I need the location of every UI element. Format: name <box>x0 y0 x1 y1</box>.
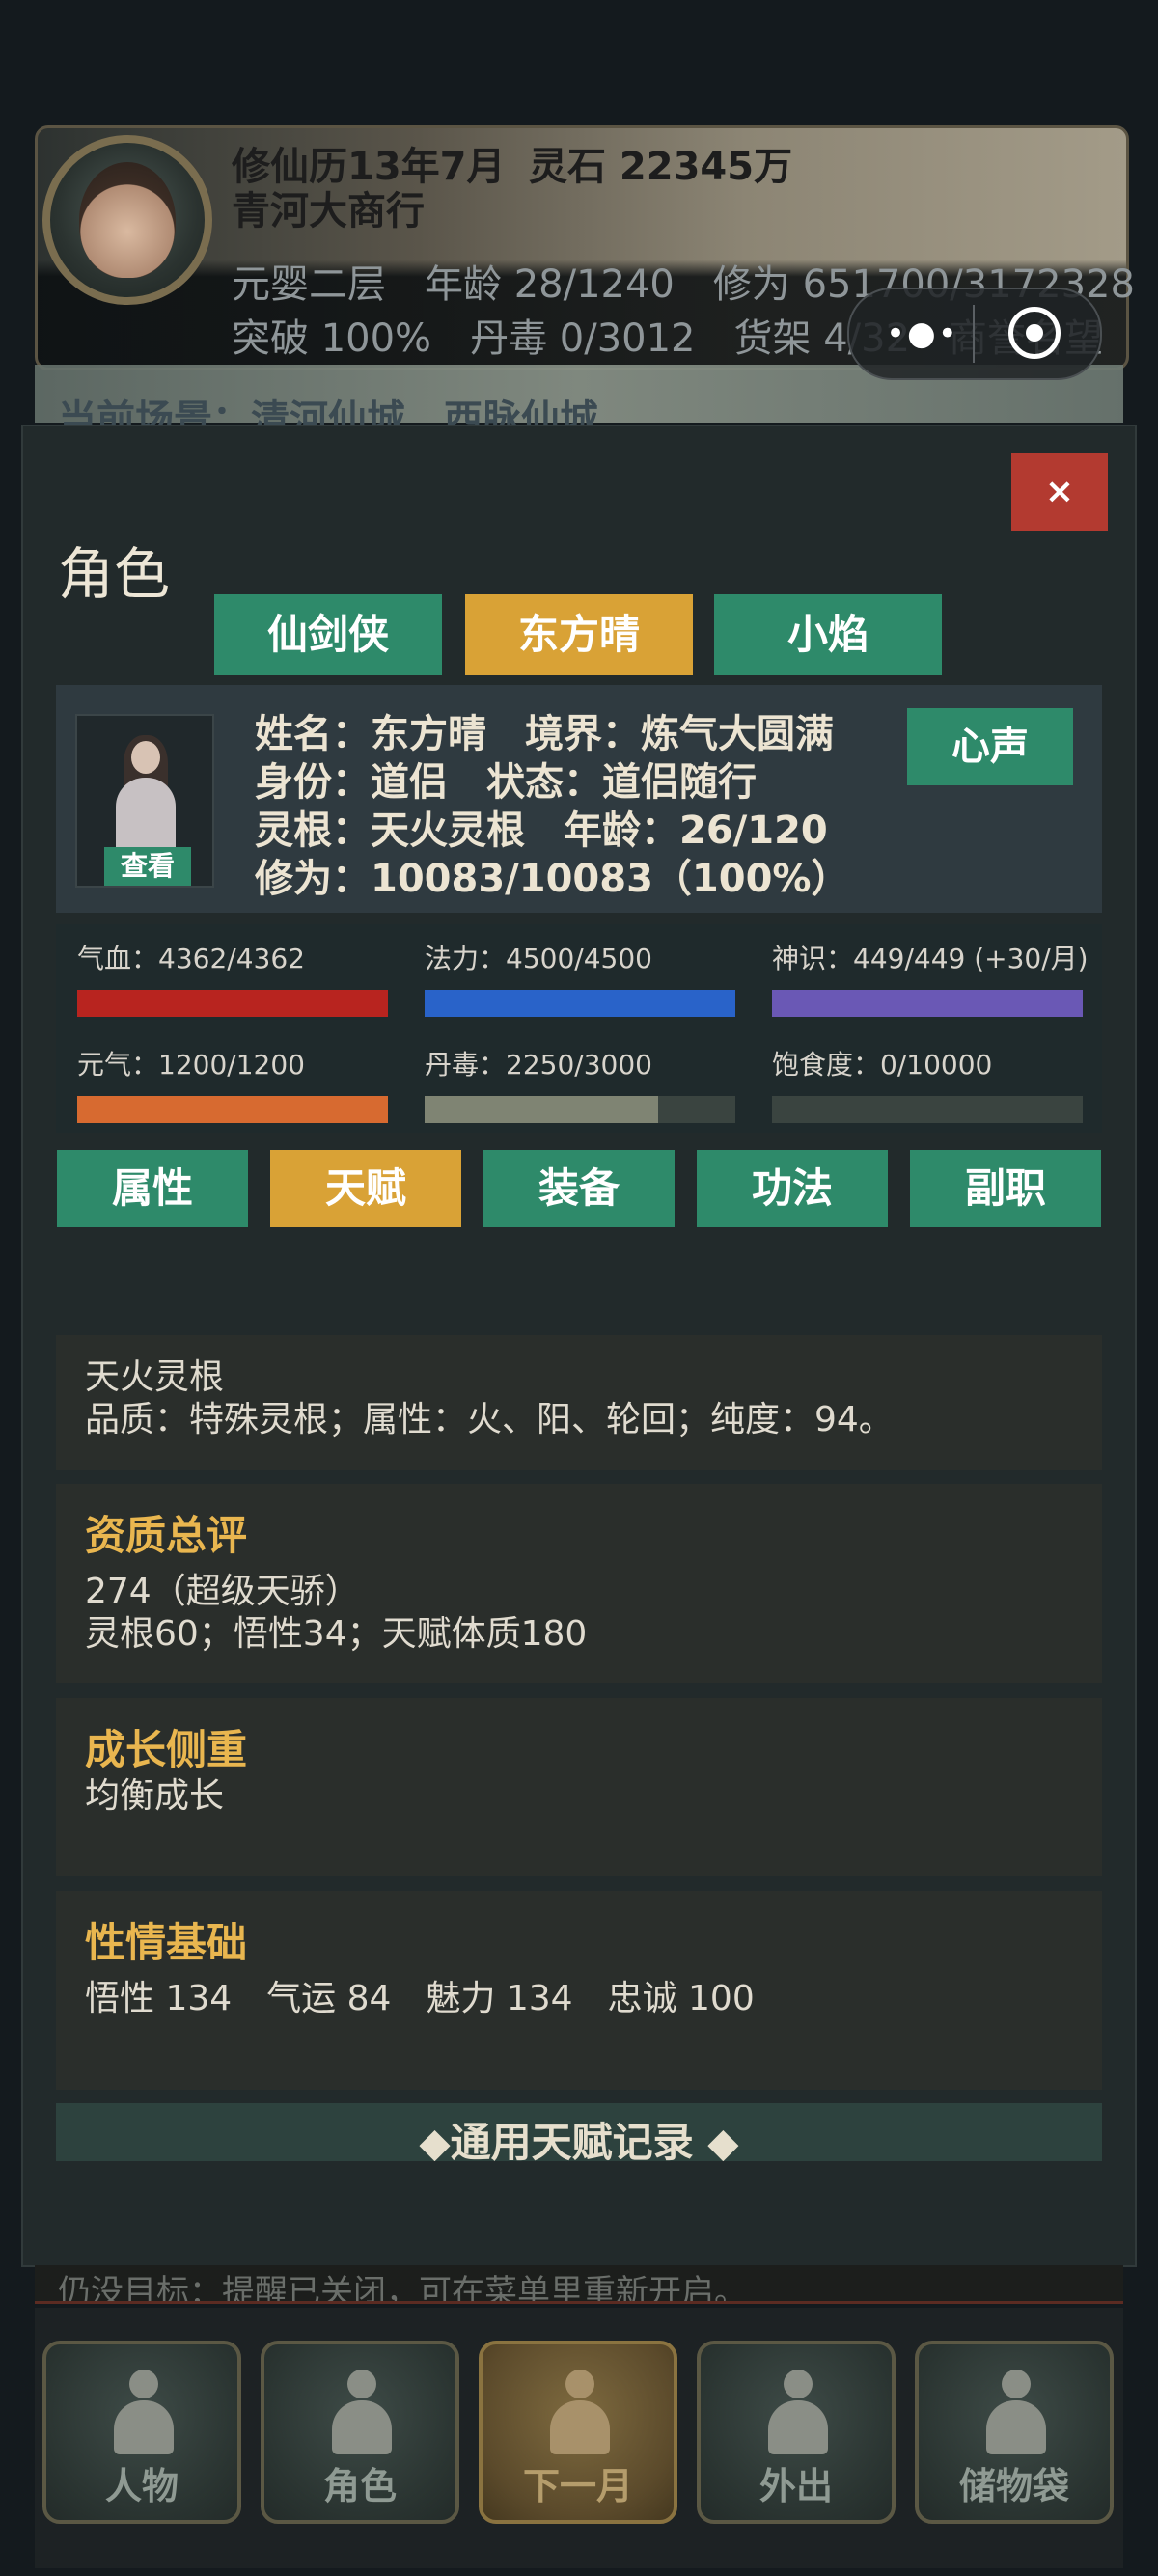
stat-label: 元气：1200/1200 <box>77 1049 305 1081</box>
lotus-icon <box>768 2370 828 2454</box>
growth-value: 均衡成长 <box>85 1776 225 1816</box>
stat-label: 饱食度：0/10000 <box>772 1049 993 1081</box>
stat-label: 神识：449/449 (+30/月) <box>772 943 1089 974</box>
stat-track <box>772 990 1083 1017</box>
stat-mana: 法力：4500/4500 <box>425 938 735 1017</box>
view-button[interactable]: 查看 <box>104 847 191 886</box>
stat-track <box>425 1096 735 1123</box>
stat-fill <box>425 1096 658 1123</box>
spirit-stone-text: 灵石 22345万 <box>529 145 793 189</box>
nav-label: 人物 <box>104 2465 179 2507</box>
stat-label: 气血：4362/4362 <box>77 943 305 974</box>
stat-fill <box>425 990 735 1017</box>
aptitude-title: 资质总评 <box>85 1512 248 1559</box>
stat-label: 丹毒：2250/3000 <box>425 1049 652 1081</box>
tab-character-3[interactable]: 小焰 <box>714 594 942 675</box>
more-dots-icon[interactable]: •●• <box>886 315 959 353</box>
stat-pill-toxicity: 丹毒：2250/3000 <box>425 1044 735 1123</box>
stat-track <box>77 1096 388 1123</box>
capsule-divider <box>973 305 975 363</box>
inner-voice-button[interactable]: 心声 <box>907 708 1073 785</box>
temperament-value: 悟性 134 气运 84 魅力 134 忠诚 100 <box>85 1979 755 2018</box>
tab-attributes[interactable]: 属性 <box>57 1150 248 1227</box>
stat-satiety: 饱食度：0/10000 <box>772 1044 1083 1123</box>
tab-side-job[interactable]: 副职 <box>910 1150 1101 1227</box>
player-avatar[interactable] <box>42 135 212 305</box>
temperament-section: 性情基础 悟性 134 气运 84 魅力 134 忠诚 100 <box>56 1891 1102 2090</box>
aptitude-breakdown: 灵根60；悟性34；天赋体质180 <box>85 1614 588 1654</box>
panel-title: 角色 <box>58 541 171 607</box>
tab-character-1[interactable]: 仙剑侠 <box>214 594 442 675</box>
tab-equipment[interactable]: 装备 <box>483 1150 675 1227</box>
portrait-head <box>131 741 160 774</box>
character-icon <box>332 2370 392 2454</box>
nav-character-button[interactable]: 角色 <box>261 2341 459 2524</box>
stat-fill <box>772 990 1083 1017</box>
stat-bars: 气血：4362/4362 法力：4500/4500 神识：449/449 (+3… <box>56 924 1102 1133</box>
nav-storage-bag-button[interactable]: 储物袋 <box>915 2341 1114 2524</box>
temperament-title: 性情基础 <box>85 1919 248 1966</box>
target-icon[interactable] <box>1008 307 1061 359</box>
person-icon <box>114 2370 174 2454</box>
stat-track <box>77 990 388 1017</box>
close-button[interactable]: × <box>1011 453 1108 531</box>
stat-label: 法力：4500/4500 <box>425 943 652 974</box>
stat-spirit-sense: 神识：449/449 (+30/月) <box>772 938 1089 1017</box>
growth-section: 成长侧重 均衡成长 <box>56 1698 1102 1876</box>
character-info-card: 查看 姓名：东方晴 境界：炼气大圆满 身份：道侣 状态：道侣随行 灵根：天火灵根… <box>56 685 1102 913</box>
stat-track <box>772 1096 1083 1123</box>
spirit-root-desc: 品质：特殊灵根；属性：火、阳、轮回；纯度：94。 <box>85 1400 894 1439</box>
mini-program-capsule: •●• <box>847 288 1102 380</box>
stat-hp: 气血：4362/4362 <box>77 938 388 1017</box>
stat-vitality: 元气：1200/1200 <box>77 1044 388 1123</box>
bottom-message: 仍没目标：提醒已关闭，可在菜单里重新开启。 <box>35 2265 1123 2304</box>
tab-character-2[interactable]: 东方晴 <box>465 594 693 675</box>
nav-label: 下一月 <box>522 2465 633 2507</box>
spirit-root-section: 天火灵根 品质：特殊灵根；属性：火、阳、轮回；纯度：94。 <box>56 1335 1102 1470</box>
aptitude-section: 资质总评 274（超级天骄） 灵根60；悟性34；天赋体质180 <box>56 1484 1102 1683</box>
stat-fill <box>77 1096 388 1123</box>
tab-talent[interactable]: 天赋 <box>270 1150 461 1227</box>
character-portrait[interactable]: 查看 <box>75 714 214 888</box>
nav-label: 储物袋 <box>958 2465 1069 2507</box>
nav-person-button[interactable]: 人物 <box>42 2341 241 2524</box>
nav-go-out-button[interactable]: 外出 <box>697 2341 896 2524</box>
avatar-face <box>79 162 176 278</box>
nav-label: 角色 <box>322 2465 397 2507</box>
stat-track <box>425 990 735 1017</box>
nav-label: 外出 <box>758 2465 833 2507</box>
bottom-nav: 人物 角色 下一月 外出 储物袋 <box>35 2308 1123 2568</box>
tab-techniques[interactable]: 功法 <box>697 1150 888 1227</box>
portrait-figure <box>110 735 181 861</box>
stat-fill <box>77 990 388 1017</box>
shop-name-text: 青河大商行 <box>232 189 425 233</box>
nav-next-month-button[interactable]: 下一月 <box>479 2341 677 2524</box>
info-cultivation: 修为：10083/10083（100%） <box>255 857 850 901</box>
bag-icon <box>986 2370 1046 2454</box>
flag-icon <box>550 2370 610 2454</box>
talent-record-button[interactable]: ◆通用天赋记录 ◆ <box>56 2103 1102 2161</box>
